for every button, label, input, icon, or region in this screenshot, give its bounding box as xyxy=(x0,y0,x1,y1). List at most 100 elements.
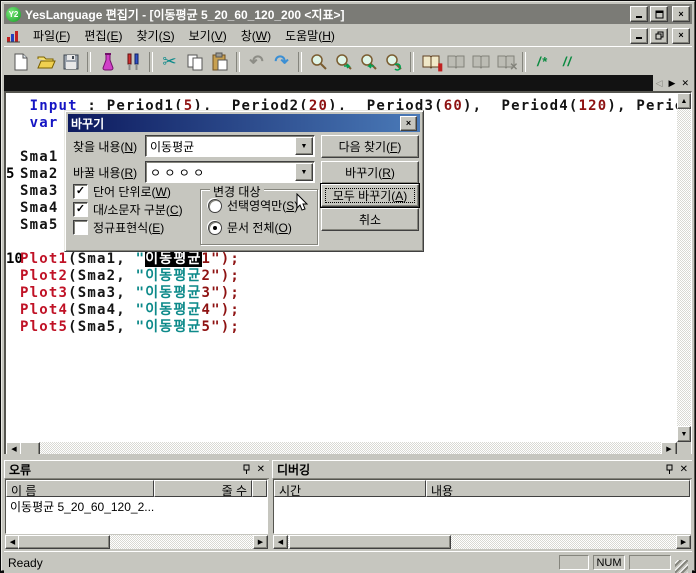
chevron-down-icon[interactable]: ▼ xyxy=(295,137,313,155)
cut-icon[interactable]: ✂ xyxy=(157,50,182,74)
menu-file[interactable]: 파일(F) xyxy=(26,25,77,46)
debug-panel: 디버깅 ✕ 시간 내용 ◀ ▶ xyxy=(272,460,692,550)
replace-all-button[interactable]: 모두 바꾸기(A) xyxy=(321,184,419,207)
code-line[interactable]: Plot5(Sma5, "이동평균5"); xyxy=(6,319,677,336)
whole-document-radio[interactable]: 문서 전체(O) xyxy=(208,219,292,236)
cancel-button[interactable]: 취소 xyxy=(321,208,419,231)
book-copy-icon[interactable] xyxy=(468,50,493,74)
mdi-close-button[interactable]: × xyxy=(672,28,690,44)
scroll-left-icon[interactable]: ◀ xyxy=(273,535,288,549)
checkbox-icon[interactable]: ✓ xyxy=(73,202,88,217)
close-icon[interactable]: ✕ xyxy=(257,465,265,475)
resize-grip[interactable] xyxy=(675,560,688,573)
radio-icon[interactable] xyxy=(208,199,222,213)
comment-block-icon[interactable]: /* xyxy=(530,50,555,74)
code-line[interactable]: Plot2(Sma2, "이동평균2"); xyxy=(6,268,677,285)
radio-icon[interactable] xyxy=(208,221,222,235)
line-number xyxy=(6,319,20,336)
menu-help[interactable]: 도움말(H) xyxy=(278,25,342,46)
tools-icon[interactable] xyxy=(120,50,145,74)
find-prev-icon[interactable] xyxy=(356,50,381,74)
scrollbar-thumb[interactable] xyxy=(18,535,110,549)
checkbox-icon[interactable]: ✓ xyxy=(73,220,88,235)
replace-with-combo[interactable]: ㅇ ㅇ ㅇ ㅇ ▼ xyxy=(145,161,315,183)
dialog-close-button[interactable]: × xyxy=(400,116,417,131)
editor-vertical-scrollbar[interactable]: ▲ ▼ xyxy=(677,93,691,442)
close-button[interactable]: × xyxy=(672,6,690,22)
errors-list[interactable]: 이 름 줄 수 이동평균 5_20_60_120_2... xyxy=(5,479,268,534)
close-icon[interactable]: ✕ xyxy=(680,465,688,475)
selection-only-radio[interactable]: 선택영역만(S) xyxy=(208,197,298,214)
toolbar-separator xyxy=(149,52,153,72)
menu-search[interactable]: 찾기(S) xyxy=(130,25,182,46)
debug-panel-header: 디버깅 ✕ xyxy=(272,460,692,479)
line-number xyxy=(6,98,20,115)
match-case-checkbox[interactable]: ✓ 대/소문자 구분(C) xyxy=(73,201,183,218)
comment-line-icon[interactable]: // xyxy=(555,50,580,74)
dialog-title-bar[interactable]: 바꾸기 × xyxy=(68,114,420,132)
find-what-combo[interactable]: 이동평균 ▼ xyxy=(145,135,315,157)
menu-window[interactable]: 창(W) xyxy=(234,25,278,46)
error-row[interactable]: 이동평균 5_20_60_120_2... xyxy=(6,497,267,516)
pin-icon[interactable] xyxy=(665,464,674,475)
debug-col-time[interactable]: 시간 xyxy=(274,480,426,497)
menu-view[interactable]: 보기(V) xyxy=(182,25,234,46)
pin-icon[interactable] xyxy=(242,464,251,475)
mouse-cursor xyxy=(296,193,310,213)
find-icon[interactable] xyxy=(306,50,331,74)
find-next-icon[interactable] xyxy=(331,50,356,74)
tab-scroll-left-icon[interactable]: ◁ xyxy=(656,79,663,88)
find-what-value[interactable]: 이동평균 xyxy=(150,138,194,155)
line-number xyxy=(6,149,20,166)
errors-horizontal-scrollbar[interactable]: ◀ ▶ xyxy=(5,535,268,549)
minimize-button[interactable] xyxy=(630,6,648,22)
maximize-button[interactable] xyxy=(650,6,668,22)
paste-icon[interactable] xyxy=(207,50,232,74)
new-icon[interactable] xyxy=(8,50,33,74)
code-line[interactable]: Plot4(Sma4, "이동평균4"); xyxy=(6,302,677,319)
redo-icon[interactable]: ↷ xyxy=(269,50,294,74)
chevron-down-icon[interactable]: ▼ xyxy=(295,163,313,181)
mdi-minimize-button[interactable] xyxy=(630,28,648,44)
debug-list[interactable]: 시간 내용 xyxy=(273,479,691,534)
debug-horizontal-scrollbar[interactable]: ◀ ▶ xyxy=(273,535,691,549)
errors-panel-title: 오류 xyxy=(9,461,236,478)
scrollbar-thumb[interactable] xyxy=(289,535,451,549)
selection-only-label: 선택영역만(S) xyxy=(227,197,298,214)
mdi-restore-button[interactable] xyxy=(650,28,668,44)
save-icon[interactable] xyxy=(58,50,83,74)
book-delete-icon[interactable]: ✕ xyxy=(493,50,518,74)
menu-edit[interactable]: 편집(E) xyxy=(77,25,129,46)
line-number xyxy=(6,217,20,234)
open-icon[interactable] xyxy=(33,50,58,74)
line-number xyxy=(6,132,20,149)
errors-col-lines[interactable]: 줄 수 xyxy=(154,480,252,497)
checkbox-icon[interactable]: ✓ xyxy=(73,184,88,199)
scroll-down-icon[interactable]: ▼ xyxy=(677,426,691,442)
code-line[interactable]: 10Plot1(Sma1, "이동평균1"); xyxy=(6,251,677,268)
whole-document-label: 문서 전체(O) xyxy=(227,219,292,236)
find-next-button[interactable]: 다음 찾기(F) xyxy=(321,135,419,158)
match-case-label: 대/소문자 구분(C) xyxy=(93,201,183,218)
scroll-right-icon[interactable]: ▶ xyxy=(676,535,691,549)
copy-icon[interactable] xyxy=(182,50,207,74)
line-number xyxy=(6,302,20,319)
toolbar-separator xyxy=(236,52,240,72)
scroll-right-icon[interactable]: ▶ xyxy=(253,535,268,549)
replace-button[interactable]: 바꾸기(R) xyxy=(321,161,419,184)
replace-with-value[interactable]: ㅇ ㅇ ㅇ ㅇ xyxy=(150,164,204,181)
errors-col-name[interactable]: 이 름 xyxy=(6,480,154,497)
whole-word-checkbox[interactable]: ✓ 단어 단위로(W) xyxy=(73,183,171,200)
undo-icon[interactable]: ↶ xyxy=(244,50,269,74)
regex-checkbox[interactable]: ✓ 정규표현식(E) xyxy=(73,219,164,236)
debug-col-content[interactable]: 내용 xyxy=(426,480,690,497)
find-replace-icon[interactable] xyxy=(381,50,406,74)
script-check-icon[interactable] xyxy=(95,50,120,74)
scroll-up-icon[interactable]: ▲ xyxy=(677,93,691,109)
tab-scroll-right-icon[interactable]: ▶ xyxy=(669,79,676,88)
tab-close-icon[interactable]: ✕ xyxy=(681,79,689,88)
book-edit-icon[interactable] xyxy=(443,50,468,74)
toolbar: ✂ ↶↷ ▮ ✕ /*// xyxy=(4,46,692,77)
book-open-icon[interactable]: ▮ xyxy=(418,50,443,74)
code-line[interactable]: Plot3(Sma3, "이동평균3"); xyxy=(6,285,677,302)
